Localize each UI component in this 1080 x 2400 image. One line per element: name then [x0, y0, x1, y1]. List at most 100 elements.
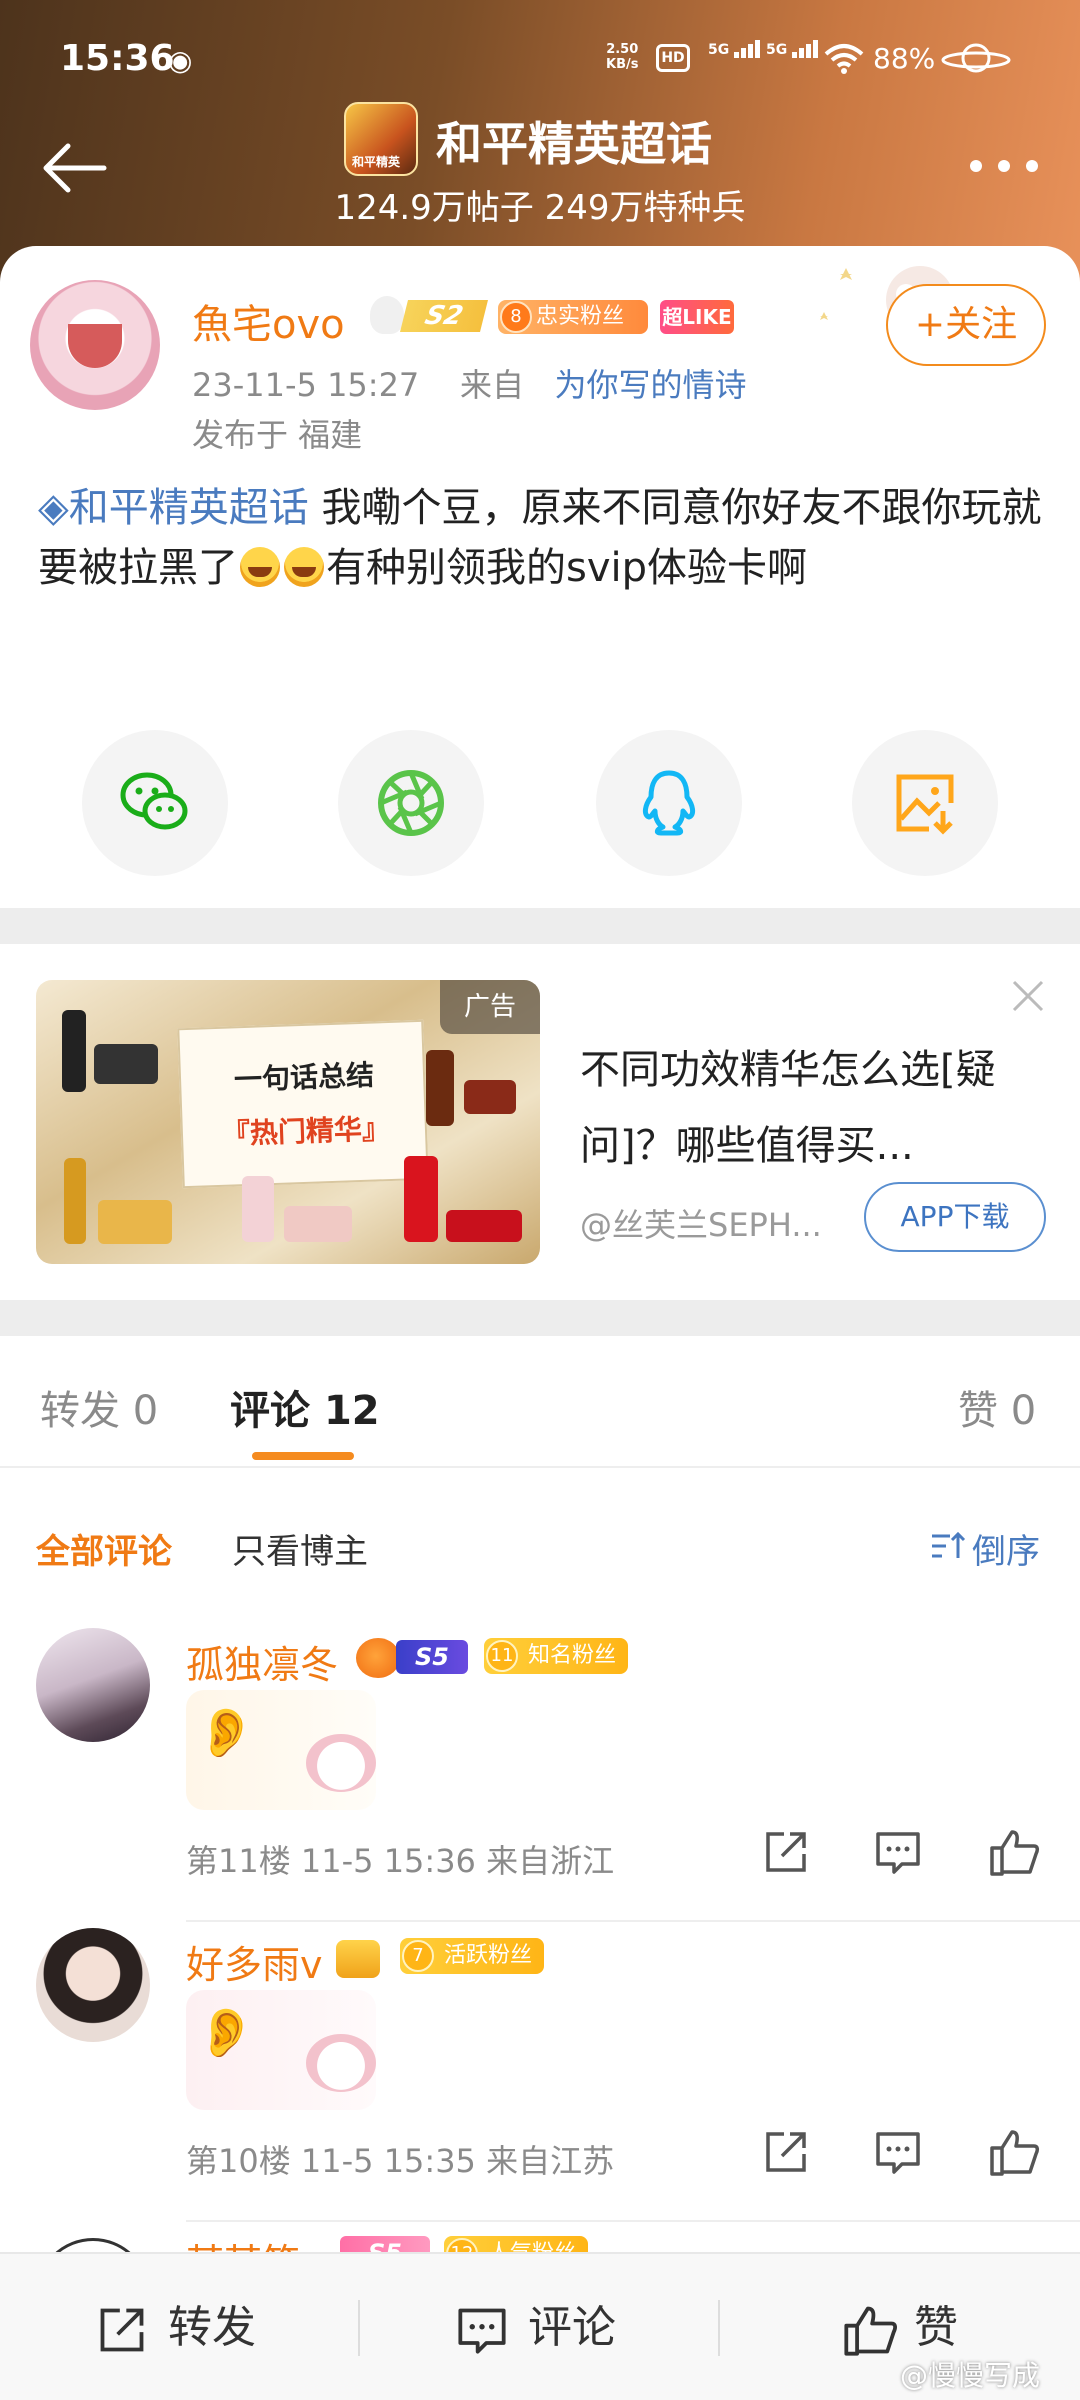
comment-separator: [186, 1920, 1080, 1922]
fan-label: 知名粉丝: [528, 1643, 617, 1668]
post-text: ◈和平精英超话 我嘞个豆，原来不同意你好友不跟你玩就要被拉黑了 有种别领我的svi…: [38, 478, 1048, 598]
author-avatar[interactable]: [30, 280, 160, 410]
product-bottle: [426, 1050, 454, 1126]
laugh-cry-emoji-icon: [240, 547, 280, 587]
bottom-repost-label: 转发: [168, 2302, 256, 2353]
post-location: 发布于 福建: [192, 416, 363, 454]
signal-2-label: 5G: [766, 42, 788, 58]
follow-button[interactable]: +关注: [886, 284, 1046, 366]
wifi-icon: [824, 44, 864, 74]
comment-item: 好多雨v 7 活跃粉丝 👂 第10楼 11-5 15:35 来自江苏: [0, 1928, 1080, 2228]
comment-actions: [756, 1824, 1056, 1880]
signal-1-label: 5G: [708, 42, 730, 58]
super-like-badge: 超LIKE: [660, 300, 734, 334]
comment-filter-row: 全部评论 只看博主 倒序: [0, 1468, 1080, 1628]
fan-badge[interactable]: 7 活跃粉丝: [400, 1938, 545, 1974]
ear-icon: 👂: [196, 2005, 256, 2061]
more-options-icon[interactable]: [970, 160, 1040, 180]
tangerine-badge-icon: [356, 1638, 400, 1678]
section-divider: [0, 1300, 1080, 1336]
close-icon[interactable]: [1010, 978, 1046, 1014]
sort-order-icon[interactable]: [930, 1530, 966, 1562]
sheep-sticker-icon: [306, 2034, 376, 2092]
like-icon[interactable]: [988, 2128, 1040, 2176]
app-download-button[interactable]: APP下载: [864, 1182, 1046, 1252]
author-name[interactable]: 魚宅ovo: [192, 292, 345, 350]
battery-percent: 88%: [873, 42, 936, 75]
fan-level: 11: [486, 1640, 518, 1672]
tab-bar: 转发 0 评论 12 赞 0: [0, 1336, 1080, 1468]
product-bottle: [446, 1210, 522, 1242]
tab-comments[interactable]: 评论 12: [230, 1378, 380, 1436]
sort-order-button[interactable]: 倒序: [972, 1524, 1040, 1573]
ad-banner-line2: 『热门精华』: [221, 1111, 391, 1151]
save-image-button[interactable]: [852, 730, 998, 876]
bottom-repost-button[interactable]: 转发: [96, 2254, 316, 2400]
post-text-part2: 有种别领我的svip体验卡啊: [326, 545, 808, 591]
signal-icon-2: 5G: [766, 40, 820, 58]
active-tab-indicator: [252, 1452, 354, 1460]
comment-separator: [186, 2220, 1080, 2222]
fan-badge[interactable]: 11 知名粉丝: [484, 1638, 629, 1674]
ear-icon: 👂: [196, 1705, 256, 1761]
level-badge: S2: [400, 300, 488, 332]
ad-card[interactable]: 一句话总结 『热门精华』 广告 不同功效精华怎么选[疑问]？哪些值得买... @…: [0, 944, 1080, 1300]
repost-icon[interactable]: [762, 1828, 810, 1876]
tab-reposts[interactable]: 转发 0: [40, 1378, 158, 1436]
qq-icon: [642, 770, 696, 836]
filter-host-only[interactable]: 只看博主: [232, 1524, 368, 1573]
topic-link[interactable]: ◈和平精英超话: [38, 485, 309, 531]
comment-sticker[interactable]: 👂: [186, 1990, 376, 2110]
status-time: 15:36: [60, 38, 175, 79]
ad-banner-line1: 一句话总结: [233, 1058, 375, 1097]
fan-label: 忠实粉丝: [536, 304, 625, 329]
tab-comments-label: 评论: [230, 1388, 310, 1434]
section-divider: [0, 908, 1080, 944]
fan-badge[interactable]: 8 忠实粉丝: [498, 300, 648, 334]
commenter-avatar[interactable]: [36, 1928, 150, 2042]
net-speed: 2.50 KB/s: [606, 42, 638, 72]
filter-all-comments[interactable]: 全部评论: [36, 1524, 172, 1573]
share-wechat-button[interactable]: [82, 730, 228, 876]
tab-likes-label: 赞: [958, 1388, 998, 1434]
comment-icon[interactable]: [874, 2128, 922, 2176]
repost-icon[interactable]: [762, 2128, 810, 2176]
from-label: 来自: [459, 366, 524, 404]
ad-banner: 一句话总结 『热门精华』: [177, 1019, 429, 1189]
rabbit-badge-icon: [370, 296, 404, 334]
comment-meta: 第10楼 11-5 15:35 来自江苏: [186, 2142, 615, 2180]
topic-game-icon[interactable]: 和平精英: [344, 102, 418, 176]
comment-sticker[interactable]: 👂: [186, 1690, 376, 1810]
planet-icon: [941, 43, 1011, 73]
share-moments-button[interactable]: [338, 730, 484, 876]
comment-icon[interactable]: [874, 1828, 922, 1876]
like-icon[interactable]: [988, 1828, 1040, 1876]
product-bottle: [94, 1044, 158, 1084]
product-bottle: [98, 1200, 172, 1244]
comment-meta: 第11楼 11-5 15:36 来自浙江: [186, 1842, 615, 1880]
ad-image[interactable]: 一句话总结 『热门精华』 广告: [36, 980, 540, 1264]
status-bar: 15:36 ◉ 2.50 KB/s HD 5G 5G 88%: [0, 0, 1080, 120]
level-badge: S5: [396, 1640, 468, 1674]
net-speed-value: 2.50: [606, 42, 639, 57]
tab-likes[interactable]: 赞 0: [958, 1378, 1036, 1436]
post-source-link[interactable]: 为你写的情诗: [555, 366, 747, 404]
ad-title[interactable]: 不同功效精华怎么选[疑问]？哪些值得买...: [580, 1032, 1020, 1184]
super-topic-icon: ◈: [38, 485, 69, 531]
topic-title[interactable]: 和平精英超话: [436, 108, 712, 174]
bottom-comment-button[interactable]: 评论: [456, 2254, 676, 2400]
crown-badge-icon: [336, 1940, 380, 1978]
ad-source: @丝芙兰SEPH...: [580, 1206, 822, 1244]
commenter-name[interactable]: 好多雨v: [186, 1934, 323, 1989]
comment-actions: [756, 2124, 1056, 2180]
post-meta: 23-11-5 15:27 来自 为你写的情诗: [192, 360, 747, 406]
commenter-avatar[interactable]: [36, 1628, 150, 1742]
tab-likes-count: 0: [1010, 1388, 1037, 1434]
commenter-name[interactable]: 孤独凛冬: [186, 1634, 338, 1689]
repost-icon: [100, 2308, 144, 2352]
share-qq-button[interactable]: [596, 730, 742, 876]
post-date: 23-11-5 15:27: [192, 366, 420, 404]
wechat-icon: [120, 772, 188, 830]
bottom-divider: [718, 2300, 720, 2356]
topic-stats: 124.9万帖子 249万特种兵: [334, 188, 746, 228]
